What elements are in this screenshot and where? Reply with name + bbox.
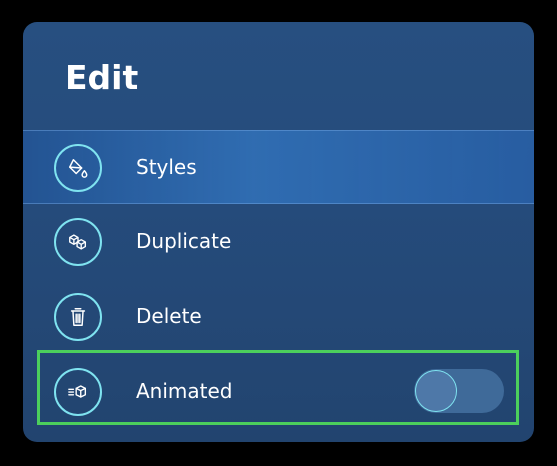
menu-title: Edit xyxy=(65,58,139,97)
paint-bucket-icon xyxy=(54,144,102,192)
edit-menu-panel: Edit Styles Duplicate Delete Animated xyxy=(23,22,534,442)
menu-item-label-duplicate: Duplicate xyxy=(136,229,232,253)
menu-item-duplicate[interactable]: Duplicate xyxy=(23,205,534,279)
menu-item-label-styles: Styles xyxy=(136,155,197,179)
animated-toggle-switch[interactable] xyxy=(414,369,504,413)
menu-item-styles[interactable]: Styles xyxy=(23,130,534,204)
duplicate-cubes-icon xyxy=(54,218,102,266)
trash-icon xyxy=(54,293,102,341)
menu-item-animated[interactable]: Animated xyxy=(23,355,534,429)
animated-cube-icon xyxy=(54,368,102,416)
menu-item-delete[interactable]: Delete xyxy=(23,280,534,354)
menu-item-label-animated: Animated xyxy=(136,379,233,403)
toggle-knob[interactable] xyxy=(415,370,457,412)
menu-item-label-delete: Delete xyxy=(136,304,202,328)
